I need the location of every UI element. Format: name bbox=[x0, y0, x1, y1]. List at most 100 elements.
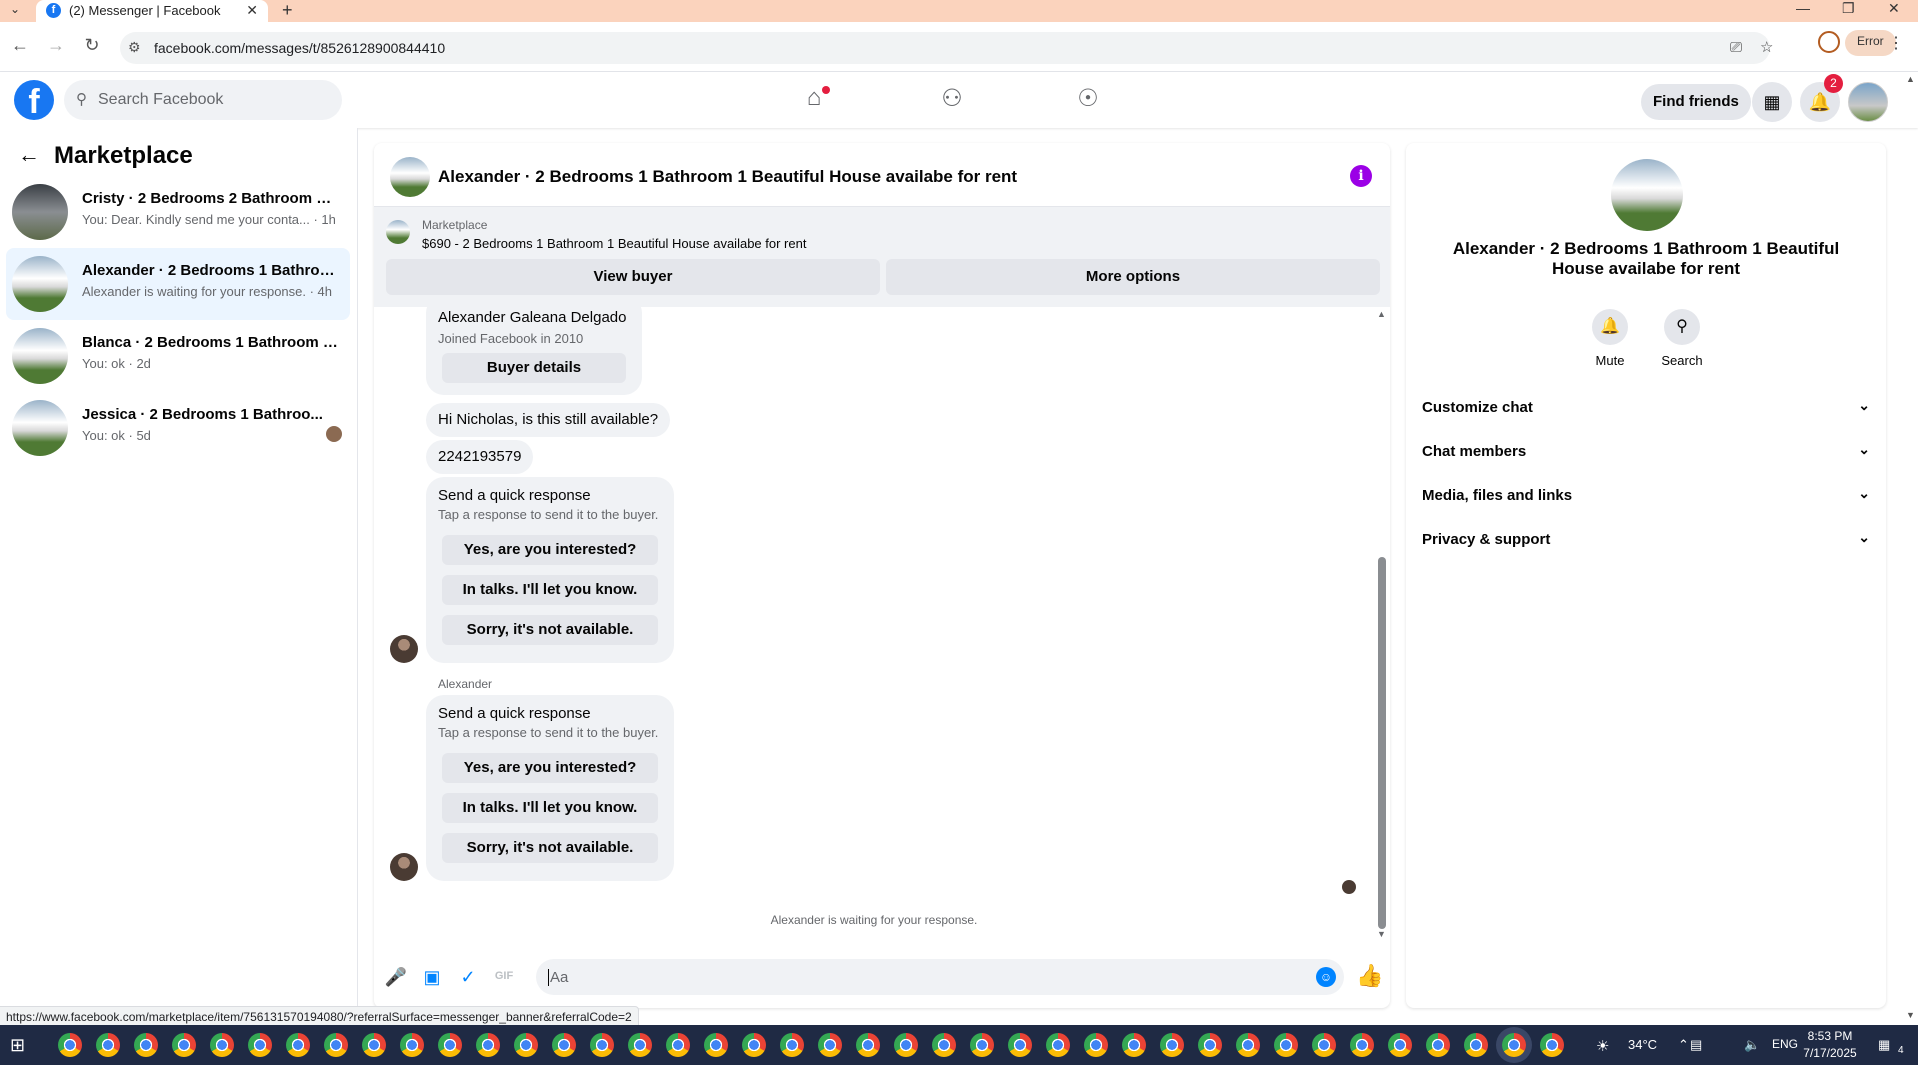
taskbar-chrome-icon[interactable] bbox=[1046, 1033, 1070, 1057]
facebook-search-input[interactable]: ⚲ Search Facebook bbox=[64, 80, 342, 120]
conversation-avatar[interactable] bbox=[1611, 159, 1683, 231]
gif-icon[interactable]: GIF bbox=[492, 970, 516, 982]
taskbar-chrome-icon[interactable] bbox=[1388, 1033, 1412, 1057]
taskbar-chrome-icon[interactable] bbox=[96, 1033, 120, 1057]
search-button[interactable]: ⚲ Search bbox=[1652, 309, 1712, 368]
weather-temperature[interactable]: 34°C bbox=[1628, 1037, 1657, 1052]
taskbar-chrome-icon[interactable] bbox=[400, 1033, 424, 1057]
more-options-button[interactable]: More options bbox=[886, 259, 1380, 295]
section-chat-members[interactable]: Chat members ⌄ bbox=[1422, 433, 1870, 469]
taskbar-chrome-icon[interactable] bbox=[552, 1033, 576, 1057]
taskbar-chrome-icon[interactable] bbox=[1008, 1033, 1032, 1057]
taskbar-chrome-icon[interactable] bbox=[1464, 1033, 1488, 1057]
taskbar-chrome-icon[interactable] bbox=[666, 1033, 690, 1057]
taskbar-chrome-icon[interactable] bbox=[894, 1033, 918, 1057]
conversation-item-jessica[interactable]: Jessica · 2 Bedrooms 1 Bathroo... You: o… bbox=[6, 392, 350, 464]
conversation-item-cristy[interactable]: Cristy · 2 Bedrooms 2 Bathroom 1 ... You… bbox=[6, 176, 350, 248]
taskbar-chrome-icon[interactable] bbox=[58, 1033, 82, 1057]
taskbar-chrome-icon[interactable] bbox=[742, 1033, 766, 1057]
emoji-icon[interactable]: ☺ bbox=[1316, 967, 1336, 987]
taskbar-chrome-icon[interactable] bbox=[970, 1033, 994, 1057]
taskbar-chrome-icon[interactable] bbox=[590, 1033, 614, 1057]
facebook-logo-icon[interactable]: f bbox=[14, 80, 54, 120]
taskbar-chrome-icon[interactable] bbox=[210, 1033, 234, 1057]
quick-reply-in-talks[interactable]: In talks. I'll let you know. bbox=[442, 575, 658, 605]
taskbar-chrome-icon[interactable] bbox=[362, 1033, 386, 1057]
taskbar-chrome-icon[interactable] bbox=[856, 1033, 880, 1057]
account-avatar[interactable] bbox=[1848, 82, 1888, 122]
browser-tab[interactable]: f (2) Messenger | Facebook ✕ bbox=[36, 0, 268, 22]
conversation-item-blanca[interactable]: Blanca · 2 Bedrooms 1 Bathroom 1 ... You… bbox=[6, 320, 350, 392]
taskbar-chrome-icon[interactable] bbox=[818, 1033, 842, 1057]
taskbar-chrome-icon[interactable] bbox=[1122, 1033, 1146, 1057]
scroll-up-icon[interactable]: ▲ bbox=[1377, 309, 1386, 319]
tray-expand-icon[interactable]: ⌃ bbox=[1678, 1037, 1689, 1053]
minimize-icon[interactable]: — bbox=[1796, 0, 1810, 16]
section-privacy-support[interactable]: Privacy & support ⌄ bbox=[1422, 521, 1870, 557]
weather-icon[interactable]: ☀ bbox=[1596, 1037, 1609, 1055]
menu-grid-icon[interactable]: ▦ bbox=[1752, 82, 1792, 122]
buyer-details-button[interactable]: Buyer details bbox=[442, 353, 626, 383]
quick-reply-yes[interactable]: Yes, are you interested? bbox=[442, 535, 658, 565]
taskbar-chrome-icon[interactable] bbox=[1236, 1033, 1260, 1057]
taskbar-chrome-icon[interactable] bbox=[514, 1033, 538, 1057]
conversation-item-alexander[interactable]: Alexander · 2 Bedrooms 1 Bathroo... Alex… bbox=[6, 248, 350, 320]
page-scroll-up-icon[interactable]: ▲ bbox=[1906, 74, 1915, 84]
taskbar-chrome-icon[interactable] bbox=[628, 1033, 652, 1057]
taskbar-chrome-icon[interactable] bbox=[172, 1033, 196, 1057]
friends-icon[interactable]: ⚇ bbox=[932, 84, 972, 116]
quick-reply-yes[interactable]: Yes, are you interested? bbox=[442, 753, 658, 783]
taskbar-chrome-icon[interactable] bbox=[1084, 1033, 1108, 1057]
site-info-icon[interactable]: ⚙ bbox=[128, 39, 141, 56]
groups-icon[interactable]: ☉ bbox=[1068, 84, 1108, 116]
back-icon[interactable]: ← bbox=[8, 35, 32, 56]
photo-icon[interactable]: ▣ bbox=[420, 967, 444, 988]
listing-description[interactable]: $690 - 2 Bedrooms 1 Bathroom 1 Beautiful… bbox=[422, 236, 806, 251]
taskbar-chrome-icon[interactable] bbox=[704, 1033, 728, 1057]
quick-reply-not-available[interactable]: Sorry, it's not available. bbox=[442, 833, 658, 863]
taskbar-chrome-icon[interactable] bbox=[476, 1033, 500, 1057]
message-input[interactable]: Aa ☺ bbox=[536, 959, 1344, 995]
section-customize-chat[interactable]: Customize chat ⌄ bbox=[1422, 389, 1870, 425]
tab-search-chevron-icon[interactable]: ⌄ bbox=[10, 2, 20, 16]
close-window-icon[interactable]: ✕ bbox=[1888, 0, 1900, 17]
taskbar-chrome-icon[interactable] bbox=[1160, 1033, 1184, 1057]
taskbar-chrome-icon[interactable] bbox=[1350, 1033, 1374, 1057]
taskbar-clock[interactable]: 8:53 PM 7/17/2025 bbox=[1790, 1028, 1870, 1062]
sticker-icon[interactable]: ✓ bbox=[456, 967, 480, 988]
back-arrow-icon[interactable]: ← bbox=[18, 142, 40, 168]
volume-icon[interactable]: 🔈 bbox=[1744, 1037, 1760, 1053]
scrollbar-thumb[interactable] bbox=[1378, 557, 1386, 929]
quick-reply-in-talks[interactable]: In talks. I'll let you know. bbox=[442, 793, 658, 823]
taskbar-chrome-icon[interactable] bbox=[248, 1033, 272, 1057]
address-bar[interactable]: ⚙ facebook.com/messages/t/85261289008444… bbox=[120, 32, 1770, 64]
sender-avatar[interactable] bbox=[390, 635, 418, 663]
taskbar-chrome-icon[interactable] bbox=[134, 1033, 158, 1057]
action-center-icon[interactable]: ▦ bbox=[1878, 1037, 1890, 1053]
thread-scrollbar[interactable] bbox=[1378, 307, 1386, 939]
info-icon[interactable]: i bbox=[1350, 165, 1372, 187]
forward-icon[interactable]: → bbox=[44, 35, 68, 56]
windows-start-icon[interactable]: ⊞ bbox=[10, 1035, 25, 1056]
taskbar-chrome-icon[interactable] bbox=[438, 1033, 462, 1057]
taskbar-chrome-icon[interactable] bbox=[324, 1033, 348, 1057]
install-app-icon[interactable]: ⎚ bbox=[1730, 39, 1742, 56]
network-icon[interactable]: ▤ bbox=[1690, 1037, 1702, 1053]
taskbar-chrome-icon[interactable] bbox=[1540, 1033, 1564, 1057]
taskbar-chrome-icon[interactable] bbox=[286, 1033, 310, 1057]
scroll-down-icon[interactable]: ▼ bbox=[1377, 929, 1386, 939]
reload-icon[interactable]: ↻ bbox=[80, 35, 104, 56]
chat-title[interactable]: Alexander · 2 Bedrooms 1 Bathroom 1 Beau… bbox=[438, 167, 1017, 187]
taskbar-chrome-icon[interactable] bbox=[1426, 1033, 1450, 1057]
section-media-files-links[interactable]: Media, files and links ⌄ bbox=[1422, 477, 1870, 513]
tab-close-icon[interactable]: ✕ bbox=[246, 2, 258, 19]
restore-icon[interactable]: ❐ bbox=[1842, 0, 1855, 17]
quick-reply-not-available[interactable]: Sorry, it's not available. bbox=[442, 615, 658, 645]
taskbar-chrome-icon[interactable] bbox=[932, 1033, 956, 1057]
view-buyer-button[interactable]: View buyer bbox=[386, 259, 880, 295]
chat-avatar[interactable] bbox=[390, 157, 430, 197]
sender-avatar[interactable] bbox=[390, 853, 418, 881]
browser-menu-icon[interactable]: ⋮ bbox=[1888, 33, 1904, 53]
page-scroll-down-icon[interactable]: ▼ bbox=[1906, 1010, 1915, 1020]
taskbar-chrome-icon[interactable] bbox=[1502, 1033, 1526, 1057]
